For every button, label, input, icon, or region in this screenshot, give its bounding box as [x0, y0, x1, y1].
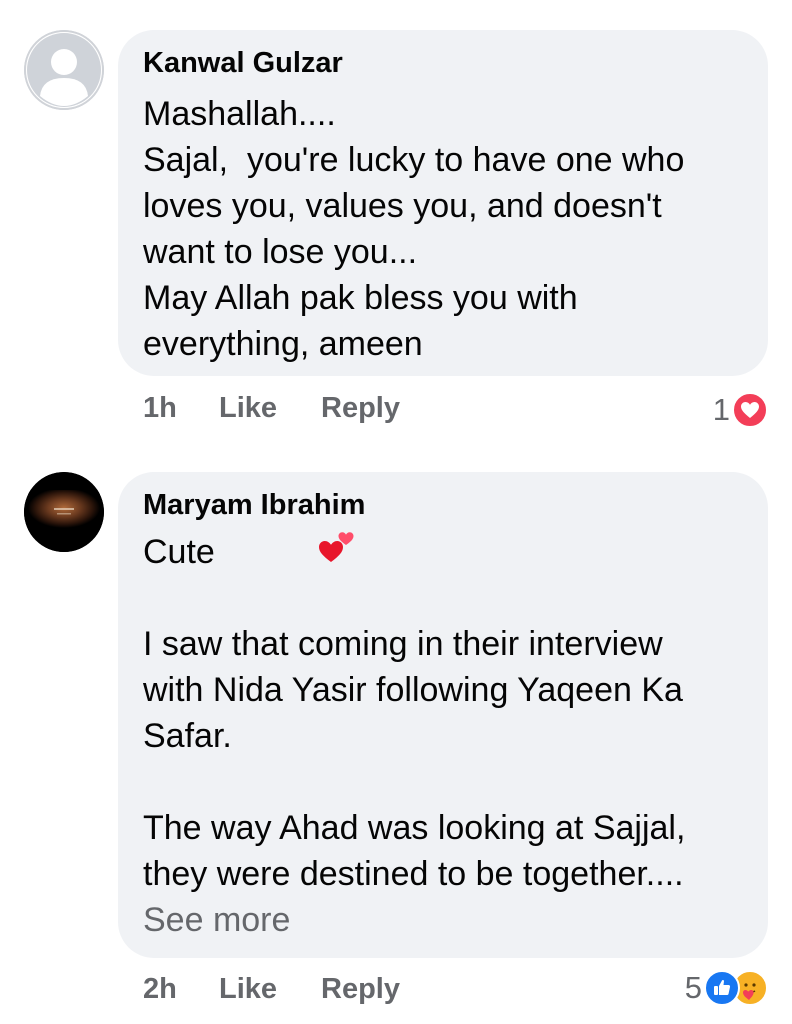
comment-bubble: Maryam Ibrahim Cute I saw that coming in…	[118, 472, 768, 958]
reply-button[interactable]: Reply	[321, 392, 400, 425]
comment-line: Safar.	[143, 717, 232, 755]
comment-bubble: Kanwal Gulzar Mashallah.... Sajal, you'r…	[118, 30, 768, 376]
comment-line: May Allah pak bless you with	[143, 279, 578, 317]
comment-line: The way Ahad was looking at Sajjal,	[143, 809, 686, 847]
reaction-summary[interactable]: 1	[713, 392, 768, 428]
comment-line	[143, 759, 685, 805]
comment-line: Sajal, you're lucky to have one who	[143, 141, 685, 179]
comment-line: Mashallah....	[143, 95, 336, 133]
reaction-summary[interactable]: 5	[685, 970, 768, 1006]
comment-timestamp[interactable]: 2h	[143, 973, 219, 1006]
comment-line: loves you, values you, and doesn't	[143, 187, 662, 225]
reply-button[interactable]: Reply	[321, 973, 400, 1006]
love-icon	[732, 392, 768, 428]
comment-line: everything, ameen	[143, 325, 423, 363]
default-avatar-icon	[24, 30, 104, 110]
like-icon	[704, 970, 740, 1006]
comment-line-text: Cute	[143, 533, 215, 571]
comment-line: want to lose you...	[143, 233, 418, 271]
reaction-count: 5	[684, 970, 702, 1005]
profile-photo-icon	[24, 472, 104, 552]
comment-line: Cute	[143, 529, 685, 575]
comment-line: with Nida Yasir following Yaqeen Ka	[143, 671, 683, 709]
comment-line: they were destined to be together....	[143, 855, 684, 893]
comment-actions: 2h Like Reply	[143, 973, 400, 1006]
comment-actions: 1h Like Reply	[143, 392, 400, 425]
avatar[interactable]	[24, 30, 104, 110]
like-button[interactable]: Like	[219, 973, 321, 1006]
avatar[interactable]	[24, 472, 104, 552]
like-button[interactable]: Like	[219, 392, 321, 425]
two-hearts-icon	[223, 480, 357, 624]
comment-author[interactable]: Kanwal Gulzar	[143, 46, 343, 80]
comment-text: Mashallah.... Sajal, you're lucky to hav…	[143, 91, 684, 367]
comment-timestamp[interactable]: 1h	[143, 392, 219, 425]
reaction-count: 1	[712, 392, 730, 427]
comment-text: Cute I saw that coming in their intervie…	[143, 529, 685, 943]
see-more-link[interactable]: See more	[143, 897, 685, 943]
comment-line: I saw that coming in their interview	[143, 625, 663, 663]
